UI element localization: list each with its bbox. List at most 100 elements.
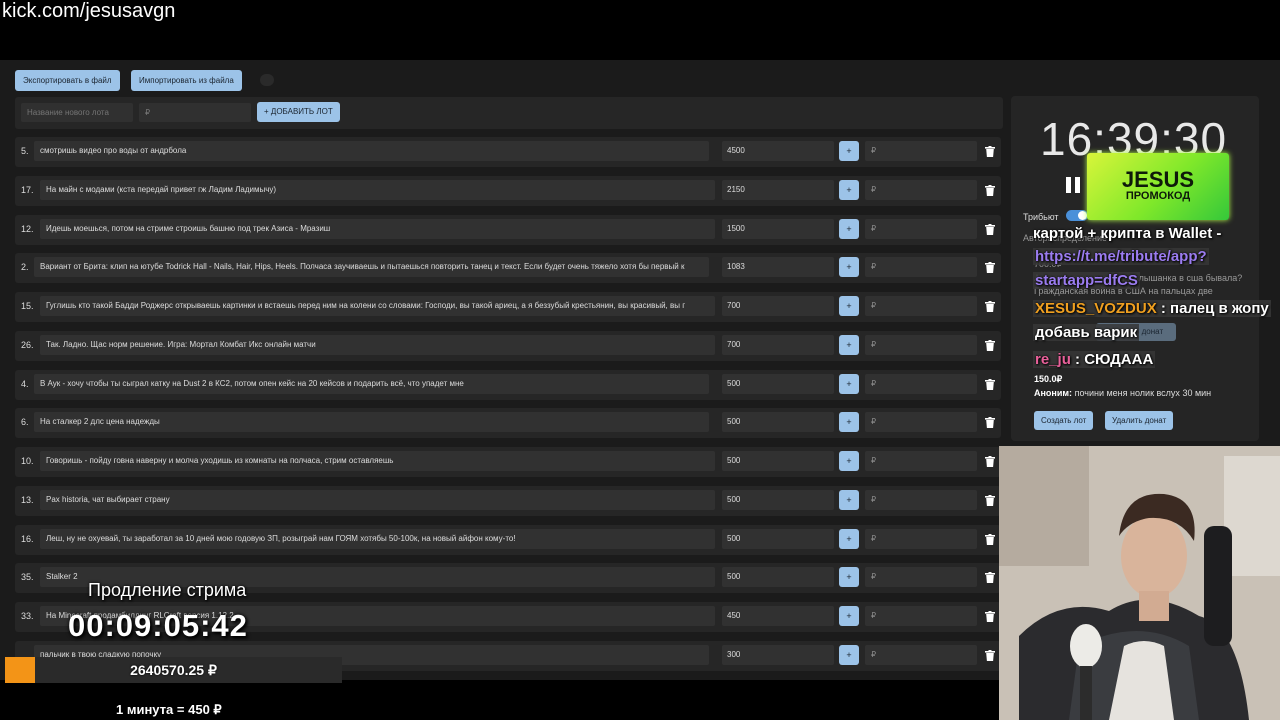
lot-name-field[interactable]: смотришь видео про воды от андрбола bbox=[34, 141, 709, 161]
lot-add-button[interactable]: + bbox=[839, 180, 859, 200]
lot-add-amount-input[interactable]: ₽ bbox=[865, 257, 977, 277]
chat-username: XESUS_VOZDUX bbox=[1035, 300, 1157, 317]
lot-amount-field[interactable]: 700 bbox=[722, 335, 834, 355]
trash-icon[interactable] bbox=[985, 572, 995, 583]
lot-add-amount-input[interactable]: ₽ bbox=[865, 374, 977, 394]
trash-icon[interactable] bbox=[985, 456, 995, 467]
lot-row: 6. На сталкер 2 длс цена надежды 500 + ₽ bbox=[15, 408, 1001, 438]
lot-add-amount-input[interactable]: ₽ bbox=[865, 335, 977, 355]
webcam-feed bbox=[999, 446, 1280, 720]
lot-amount-field[interactable]: 500 bbox=[722, 567, 834, 587]
lot-name-field[interactable]: Идешь моешься, потом на стриме строишь б… bbox=[40, 219, 715, 239]
add-lot-button[interactable]: + ДОБАВИТЬ ЛОТ bbox=[257, 102, 340, 122]
lot-add-amount-input[interactable]: ₽ bbox=[865, 180, 977, 200]
lot-add-button[interactable]: + bbox=[839, 567, 859, 587]
lot-name-field[interactable]: Леш, ну не охуевай, ты заработал за 10 д… bbox=[40, 529, 715, 549]
lot-row: 2. Вариант от Брита: клип на ютубе Todric… bbox=[15, 253, 1001, 283]
lot-name-field[interactable]: Pax historia, чат выбирает страну bbox=[40, 490, 715, 510]
lot-add-button[interactable]: + bbox=[839, 606, 859, 626]
streamer-silhouette bbox=[999, 446, 1280, 720]
lot-amount-field[interactable]: 500 bbox=[722, 451, 834, 471]
create-lot-button[interactable]: Создать лот bbox=[1034, 411, 1094, 430]
lot-add-button[interactable]: + bbox=[839, 374, 859, 394]
extension-timer: 00:09:05:42 bbox=[68, 608, 248, 643]
trash-icon[interactable] bbox=[985, 534, 995, 545]
lot-add-amount-input[interactable]: ₽ bbox=[865, 567, 977, 587]
lot-name-field[interactable]: Гуглишь кто такой Бадди Роджерс открывае… bbox=[40, 296, 715, 316]
chat-link: startapp=dfCS bbox=[1033, 272, 1140, 289]
theme-toggle-icon[interactable] bbox=[260, 74, 274, 86]
delete-donation-button[interactable]: Удалить донат bbox=[1105, 411, 1174, 430]
rate-label: 1 минута = 450 ₽ bbox=[116, 702, 222, 717]
lot-number: 5. bbox=[21, 146, 29, 156]
lot-add-amount-input[interactable]: ₽ bbox=[865, 219, 977, 239]
lot-number: 16. bbox=[21, 534, 34, 544]
lot-name-field[interactable]: Так. Ладно. Щас норм решение. Игра: Морт… bbox=[40, 335, 715, 355]
pause-icon[interactable] bbox=[1066, 177, 1080, 193]
new-lot-name-input[interactable] bbox=[21, 103, 133, 122]
lot-amount-field[interactable]: 1500 bbox=[722, 219, 834, 239]
lot-number: 12. bbox=[21, 224, 34, 234]
trash-icon[interactable] bbox=[985, 379, 995, 390]
lot-add-button[interactable]: + bbox=[839, 412, 859, 432]
lot-name-field[interactable]: Говоришь - пойду говна наверну и молча у… bbox=[40, 451, 715, 471]
lot-add-amount-input[interactable]: ₽ bbox=[865, 451, 977, 471]
lot-amount-field[interactable]: 4500 bbox=[722, 141, 834, 161]
lot-number: 13. bbox=[21, 495, 34, 505]
lot-amount-field[interactable]: 2150 bbox=[722, 180, 834, 200]
lot-add-button[interactable]: + bbox=[839, 219, 859, 239]
lot-add-button[interactable]: + bbox=[839, 296, 859, 316]
trash-icon[interactable] bbox=[985, 185, 995, 196]
lot-number: 2. bbox=[21, 262, 29, 272]
balance-amount: 2640570.25 ₽ bbox=[130, 662, 217, 678]
new-lot-amount-input[interactable] bbox=[139, 103, 251, 122]
lot-name-field[interactable]: На сталкер 2 длс цена надежды bbox=[34, 412, 709, 432]
lot-amount-field[interactable]: 450 bbox=[722, 606, 834, 626]
trash-icon[interactable] bbox=[985, 650, 995, 661]
lot-add-button[interactable]: + bbox=[839, 141, 859, 161]
lot-add-amount-input[interactable]: ₽ bbox=[865, 490, 977, 510]
lot-row: 13. Pax historia, чат выбирает страну 500 +… bbox=[15, 486, 1001, 516]
lot-amount-field[interactable]: 1083 bbox=[722, 257, 834, 277]
tribute-toggle[interactable] bbox=[1066, 210, 1088, 221]
extension-label: Продление стрима bbox=[88, 580, 247, 600]
trash-icon[interactable] bbox=[985, 262, 995, 273]
lot-amount-field[interactable]: 300 bbox=[722, 645, 834, 665]
lot-name-field[interactable]: Вариант от Брита: клип на ютубе Todrick … bbox=[34, 257, 709, 277]
trash-icon[interactable] bbox=[985, 417, 995, 428]
lot-add-button[interactable]: + bbox=[839, 335, 859, 355]
trash-icon[interactable] bbox=[985, 146, 995, 157]
lot-add-amount-input[interactable]: ₽ bbox=[865, 529, 977, 549]
lot-add-amount-input[interactable]: ₽ bbox=[865, 296, 977, 316]
lot-add-button[interactable]: + bbox=[839, 257, 859, 277]
lot-amount-field[interactable]: 500 bbox=[722, 529, 834, 549]
lot-name-field[interactable]: В Аук - хочу чтобы ты сыграл катку на Du… bbox=[34, 374, 709, 394]
import-button[interactable]: Импортировать из файла bbox=[131, 70, 242, 91]
lot-number: 15. bbox=[21, 301, 34, 311]
lot-add-button[interactable]: + bbox=[839, 490, 859, 510]
donation-author: Аноним: bbox=[1034, 388, 1073, 398]
chat-message: XESUS_VOZDUX : палец в жопу bbox=[1033, 300, 1271, 317]
lot-amount-field[interactable]: 500 bbox=[722, 374, 834, 394]
export-button[interactable]: Экспортировать в файл bbox=[15, 70, 120, 91]
lot-add-button[interactable]: + bbox=[839, 451, 859, 471]
lot-name-field[interactable]: На майн с модами (кста передай привет гж… bbox=[40, 180, 715, 200]
lot-add-button[interactable]: + bbox=[839, 645, 859, 665]
tribute-toggle-label: Трибьют bbox=[1023, 212, 1059, 222]
lot-add-amount-input[interactable]: ₽ bbox=[865, 645, 977, 665]
lot-add-button[interactable]: + bbox=[839, 529, 859, 549]
lot-row: 17. На майн с модами (кста передай привет… bbox=[15, 176, 1001, 206]
lot-amount-field[interactable]: 500 bbox=[722, 490, 834, 510]
lot-number: 35. bbox=[21, 572, 34, 582]
trash-icon[interactable] bbox=[985, 224, 995, 235]
trash-icon[interactable] bbox=[985, 340, 995, 351]
trash-icon[interactable] bbox=[985, 495, 995, 506]
trash-icon[interactable] bbox=[985, 611, 995, 622]
lot-row: 16. Леш, ну не охуевай, ты заработал за 1… bbox=[15, 525, 1001, 555]
lot-amount-field[interactable]: 700 bbox=[722, 296, 834, 316]
lot-add-amount-input[interactable]: ₽ bbox=[865, 412, 977, 432]
lot-add-amount-input[interactable]: ₽ bbox=[865, 141, 977, 161]
lot-add-amount-input[interactable]: ₽ bbox=[865, 606, 977, 626]
trash-icon[interactable] bbox=[985, 301, 995, 312]
lot-amount-field[interactable]: 500 bbox=[722, 412, 834, 432]
